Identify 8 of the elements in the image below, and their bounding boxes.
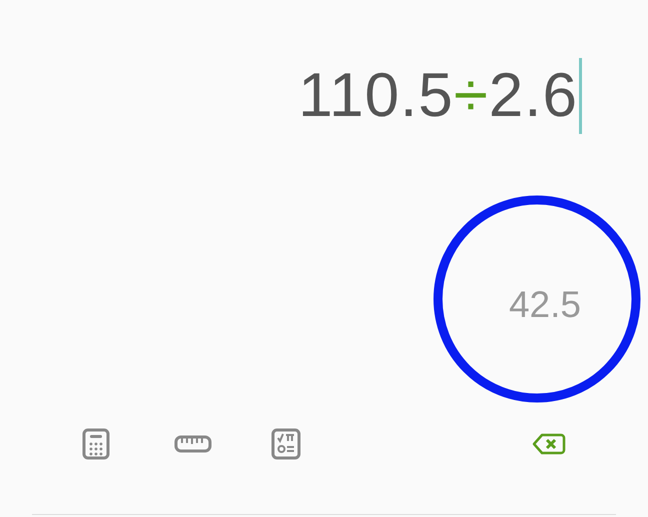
backspace-icon [532, 432, 566, 456]
calculator-button[interactable] [82, 426, 110, 462]
calculator-icon [82, 428, 110, 460]
scientific-button[interactable] [271, 426, 301, 462]
result-preview: 42.5 [508, 284, 581, 326]
ruler-icon [174, 435, 212, 453]
expression-display[interactable]: 110.5÷2.6 [298, 56, 582, 136]
math-symbols-icon [271, 428, 301, 460]
